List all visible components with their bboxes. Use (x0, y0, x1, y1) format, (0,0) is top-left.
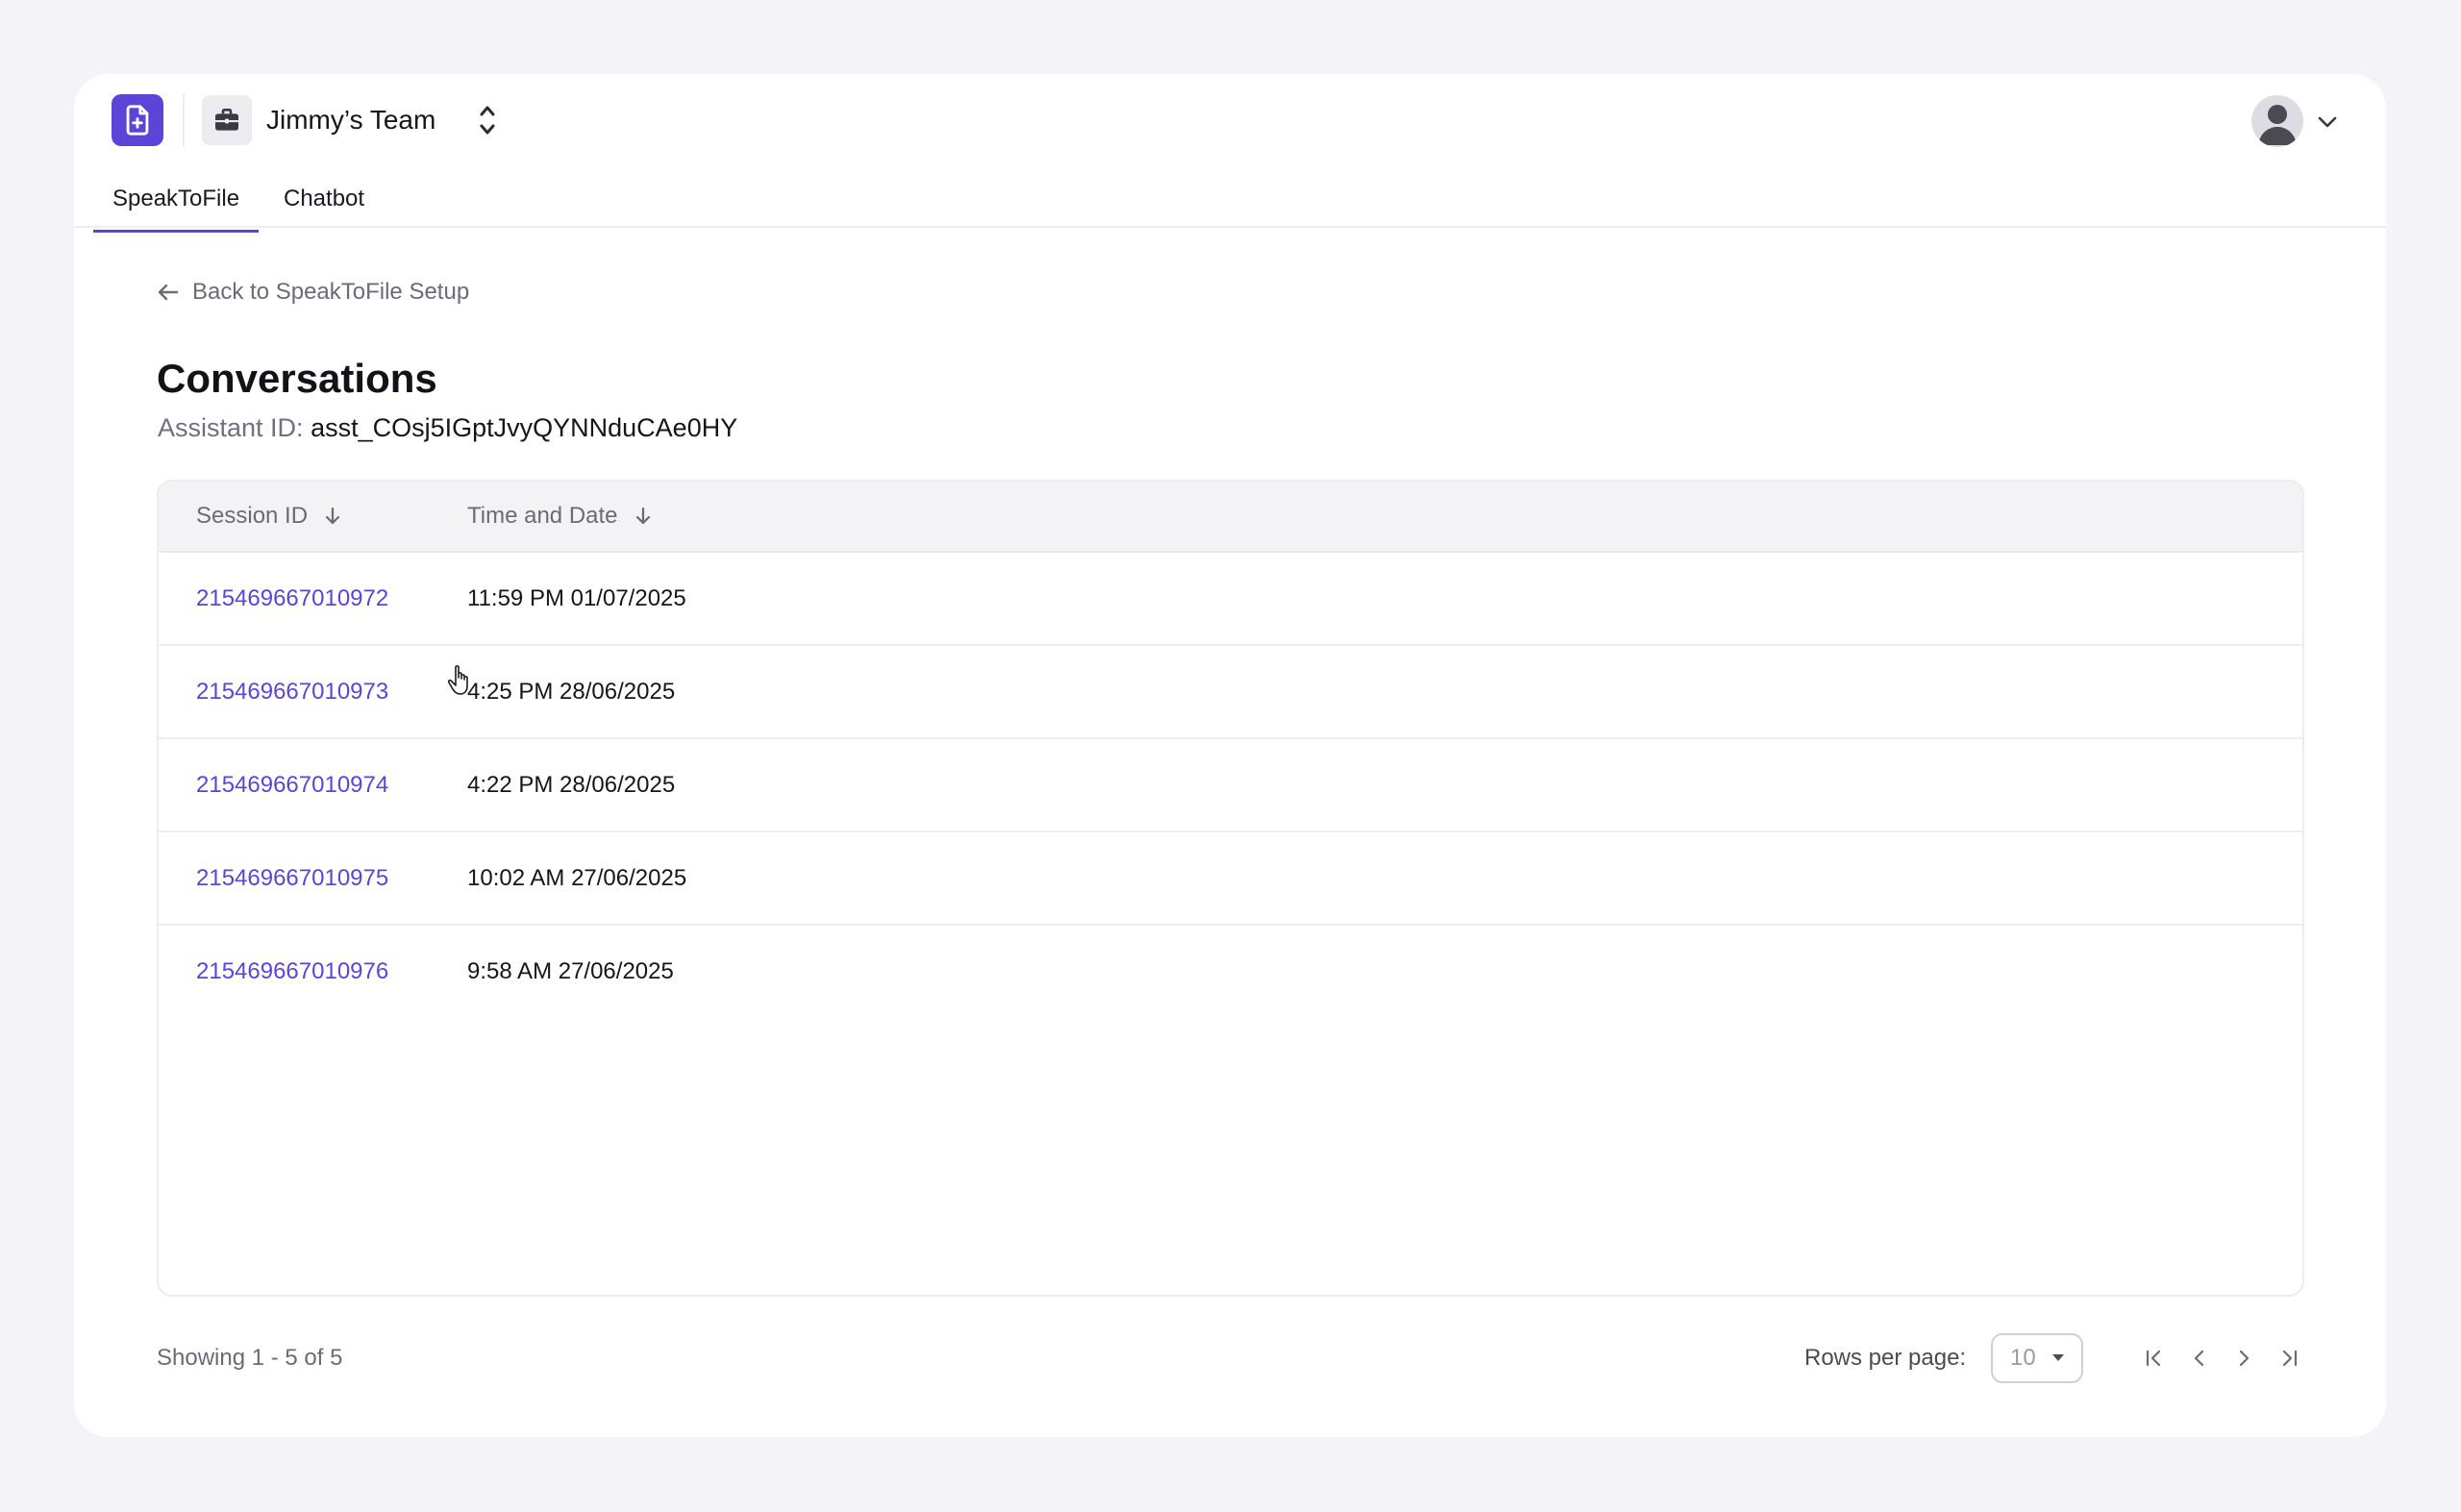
table-row[interactable]: 215469667010972 11:59 PM 01/07/2025 (159, 553, 2302, 646)
file-plus-icon (126, 105, 149, 136)
chevron-up-down-icon (480, 106, 495, 135)
avatar[interactable] (2251, 95, 2303, 147)
first-page-button[interactable] (2139, 1343, 2170, 1374)
user-icon (2258, 105, 2297, 145)
session-id-link[interactable]: 215469667010972 (196, 583, 388, 614)
next-page-button[interactable] (2228, 1343, 2259, 1374)
table-header: Session ID Time and Date (159, 482, 2302, 553)
session-id-link[interactable]: 215469667010973 (196, 677, 388, 707)
tab-chatbot[interactable]: Chatbot (284, 184, 364, 214)
column-header-time-date[interactable]: Time and Date (467, 501, 651, 532)
column-header-label: Time and Date (467, 503, 618, 529)
team-switcher-button[interactable] (476, 100, 499, 140)
assistant-id-line: Assistant ID: asst_COsj5IGptJvyQYNNduCAe… (158, 410, 737, 445)
tab-speaktofile[interactable]: SpeakToFile (92, 184, 260, 233)
back-link-label: Back to SpeakToFile Setup (192, 279, 470, 305)
caret-down-icon (2052, 1354, 2064, 1361)
top-bar: Jimmy’s Team (74, 74, 2386, 170)
briefcase-icon (215, 109, 238, 131)
assistant-id-label: Assistant ID: (158, 413, 304, 442)
team-icon-box (202, 95, 252, 145)
session-datetime: 9:58 AM 27/06/2025 (467, 958, 674, 984)
sort-arrow-down-icon (325, 507, 340, 525)
column-header-session-id[interactable]: Session ID (196, 501, 340, 532)
last-page-button[interactable] (2274, 1343, 2304, 1374)
table-row[interactable]: 215469667010974 4:22 PM 28/06/2025 (159, 739, 2302, 832)
session-datetime: 10:02 AM 27/06/2025 (467, 865, 687, 891)
session-datetime: 11:59 PM 01/07/2025 (467, 585, 686, 611)
chevron-down-icon (2318, 116, 2337, 128)
table-row[interactable]: 215469667010976 9:58 AM 27/06/2025 (159, 926, 2302, 1019)
session-datetime: 4:25 PM 28/06/2025 (467, 679, 676, 705)
showing-count: Showing 1 - 5 of 5 (157, 1345, 343, 1371)
arrow-left-icon (158, 284, 179, 301)
page-title: Conversations (157, 356, 437, 401)
header-divider (183, 93, 185, 147)
hand-pointer-cursor-icon (447, 665, 468, 695)
session-datetime: 4:22 PM 28/06/2025 (467, 772, 676, 798)
team-name[interactable]: Jimmy’s Team (266, 103, 435, 137)
session-id-link[interactable]: 215469667010974 (196, 770, 388, 801)
app-logo[interactable] (112, 94, 163, 146)
table-row[interactable]: 215469667010975 10:02 AM 27/06/2025 (159, 832, 2302, 926)
rows-per-page-label: Rows per page: (1804, 1345, 1967, 1371)
rows-per-page-select[interactable]: 10 (1991, 1333, 2083, 1383)
chevrons-last-icon (2282, 1350, 2298, 1367)
previous-page-button[interactable] (2184, 1343, 2215, 1374)
assistant-id-value: asst_COsj5IGptJvyQYNNduCAe0HY (311, 413, 738, 442)
chevron-right-icon (2239, 1350, 2250, 1367)
tab-bar: SpeakToFile Chatbot (74, 170, 2386, 233)
table-row[interactable]: 215469667010973 4:25 PM 28/06/2025 (159, 646, 2302, 739)
chevrons-first-icon (2146, 1350, 2161, 1367)
sort-arrow-down-icon (635, 507, 650, 525)
session-id-link[interactable]: 215469667010976 (196, 956, 388, 987)
column-header-label: Session ID (196, 503, 309, 529)
account-menu-button[interactable] (2314, 109, 2341, 136)
rows-per-page-value: 10 (2010, 1345, 2036, 1371)
session-id-link[interactable]: 215469667010975 (196, 863, 388, 894)
chevron-left-icon (2194, 1350, 2204, 1367)
conversations-table: Session ID Time and Date 215469667010972… (157, 480, 2304, 1297)
back-link[interactable]: Back to SpeakToFile Setup (158, 279, 469, 306)
main-card: Jimmy’s Team SpeakToFile Chatbot Back to… (74, 74, 2386, 1437)
